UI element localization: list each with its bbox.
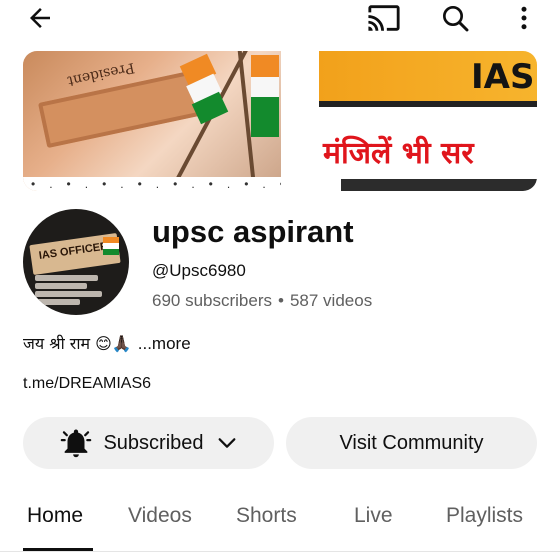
avatar-plate-text: IAS OFFICER: [38, 240, 109, 262]
avatar-text-lines: [35, 273, 125, 313]
channel-handle: @Upsc6980: [152, 261, 246, 280]
banner-ias-text: IAS: [471, 57, 535, 97]
visit-community-button[interactable]: Visit Community: [286, 417, 537, 469]
subscribed-button[interactable]: Subscribed: [23, 417, 274, 469]
channel-tabs: Home Videos Shorts Live Playlists: [0, 494, 560, 552]
arrow-left-icon[interactable]: [22, 0, 58, 36]
channel-banner: President •.•.•.•.•.•.•.• IAS मंजिलें भी…: [23, 51, 537, 191]
flag-green-2: [251, 97, 279, 137]
tab-videos[interactable]: Videos: [128, 504, 192, 528]
channel-avatar[interactable]: IAS OFFICER: [23, 209, 129, 315]
banner-photo: President •.•.•.•.•.•.•.•: [23, 51, 281, 191]
tab-live[interactable]: Live: [354, 504, 393, 528]
tab-shorts[interactable]: Shorts: [236, 504, 297, 528]
flag-white-2: [251, 77, 279, 97]
channel-description[interactable]: जय श्री राम 😊🙏🏿 ...more: [23, 332, 191, 354]
flag-saffron-2: [251, 55, 279, 77]
tab-playlists[interactable]: Playlists: [446, 504, 523, 528]
banner-plaque: [37, 69, 205, 149]
bell-icon: [59, 426, 93, 460]
search-icon[interactable]: [437, 0, 473, 36]
channel-name: upsc aspirant: [152, 214, 354, 249]
subscribed-label: Subscribed: [103, 431, 204, 454]
stats-separator: •: [278, 291, 284, 310]
tab-home[interactable]: Home: [27, 504, 83, 528]
more-link[interactable]: ...more: [138, 334, 191, 353]
video-count: 587 videos: [289, 291, 373, 310]
chevron-down-icon: [216, 432, 238, 454]
avatar-flag: [103, 237, 119, 255]
banner-hindi-heading: मंजिलें भी सर: [323, 136, 474, 171]
description-text: जय श्री राम 😊🙏🏿: [23, 334, 132, 353]
channel-stats: 690 subscribers • 587 videos: [152, 291, 372, 311]
banner-bottom-text: •.•.•.•.•.•.•.•: [23, 177, 281, 191]
more-vertical-icon[interactable]: [506, 0, 542, 36]
cast-icon[interactable]: [366, 0, 402, 36]
tabs-divider: [0, 551, 560, 552]
top-app-bar: [0, 0, 560, 40]
banner-graphic: IAS मंजिलें भी सर: [281, 51, 537, 191]
visit-community-label: Visit Community: [339, 431, 484, 454]
channel-link[interactable]: t.me/DREAMIAS6: [23, 375, 151, 393]
subscriber-count: 690 subscribers: [152, 291, 273, 310]
banner-dark-strip: [341, 179, 537, 191]
